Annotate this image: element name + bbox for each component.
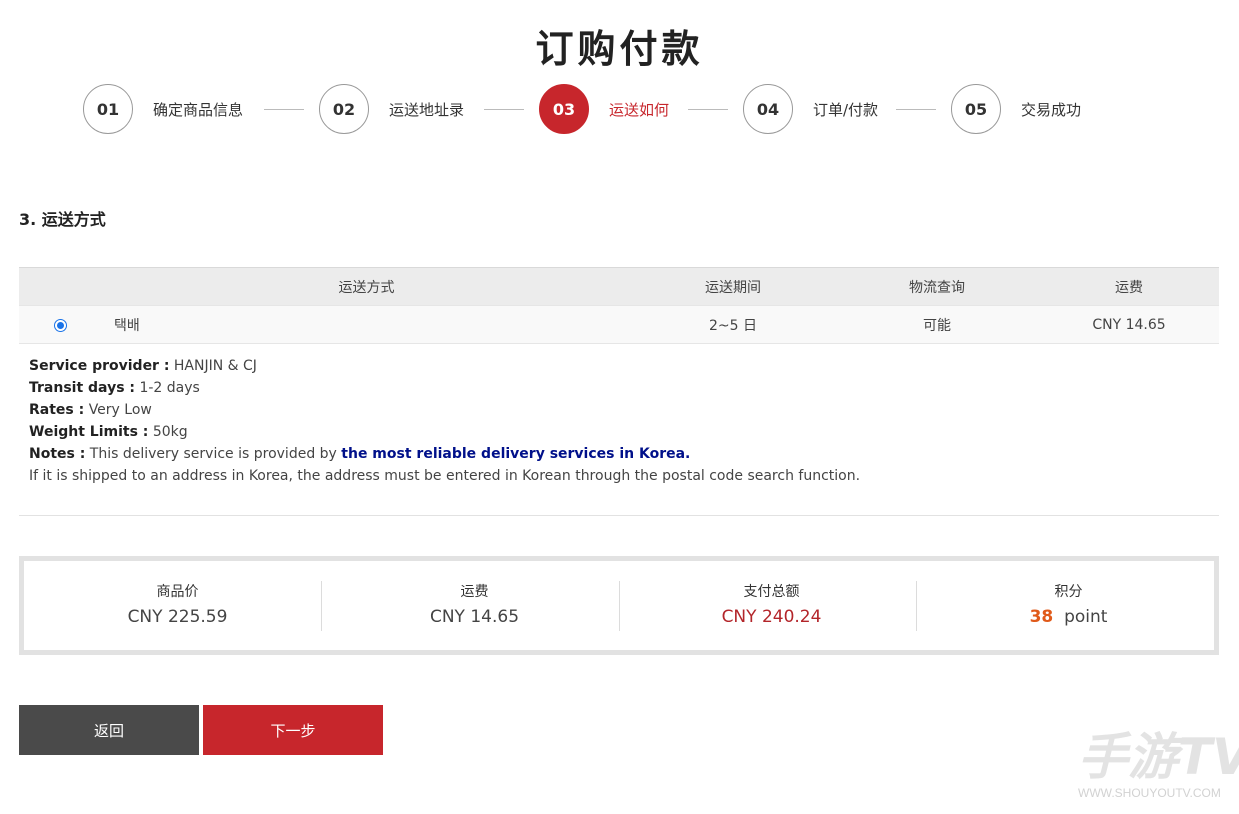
step-2-circle: 02 [319, 84, 369, 134]
payment-summary: 商品价 CNY 225.59 运费 CNY 14.65 支付总额 CNY 240… [19, 556, 1219, 655]
detail-transit: Transit days : 1-2 days [29, 377, 1209, 399]
col-header-fee: 运费 [1115, 279, 1143, 296]
detail-value: HANJIN & CJ [173, 358, 257, 374]
summary-product: 商品价 CNY 225.59 [29, 581, 326, 631]
step-connector [896, 109, 936, 110]
summary-total: 支付总额 CNY 240.24 [623, 581, 920, 631]
step-connector [264, 109, 304, 110]
step-1-circle: 01 [83, 84, 133, 134]
watermark-url: WWW.SHOUYOUTV.COM [1078, 786, 1221, 800]
summary-label: 运费 [460, 584, 489, 600]
summary-divider [321, 581, 322, 631]
summary-label: 积分 [1054, 584, 1083, 600]
step-connector [484, 109, 524, 110]
shipping-option-radio[interactable] [54, 319, 67, 332]
back-button[interactable]: 返回 [19, 705, 199, 755]
summary-label: 商品价 [156, 584, 199, 600]
detail-label: Service provider : [29, 358, 170, 374]
shipping-details: Service provider : HANJIN & CJ Transit d… [29, 355, 1209, 487]
next-step-button[interactable]: 下一步 [203, 705, 383, 755]
summary-total-value: CNY 240.24 [721, 607, 822, 627]
checkout-steps: 01 确定商品信息 02 运送地址录 03 运送如何 04 订单/付款 05 交… [0, 84, 1239, 134]
shipping-method-table: 运送方式 运送期间 物流查询 运费 택배 2~5 日 可能 CNY 14.65 [19, 267, 1219, 344]
detail-label: Notes : [29, 446, 86, 462]
step-connector [688, 109, 728, 110]
step-1-label: 确定商品信息 [153, 101, 244, 119]
detail-provider: Service provider : HANJIN & CJ [29, 355, 1209, 377]
detail-label: Transit days : [29, 380, 135, 396]
col-header-method: 运送方式 [338, 279, 395, 296]
detail-label: Rates : [29, 402, 85, 418]
detail-value: Very Low [88, 402, 152, 418]
summary-label: 支付总额 [743, 584, 800, 600]
detail-value: 50kg [152, 424, 188, 440]
summary-shipping: 运费 CNY 14.65 [326, 581, 623, 631]
summary-divider [916, 581, 917, 631]
section-title: 3. 运送方式 [19, 210, 106, 229]
detail-value: 1-2 days [139, 380, 200, 396]
col-header-tracking: 物流查询 [909, 279, 965, 296]
summary-points: 积分 38 point [920, 581, 1217, 631]
detail-highlight: the most reliable delivery services in K… [341, 446, 691, 462]
watermark: 手游TV WWW.SHOUYOUTV.COM [1078, 728, 1239, 808]
shipping-method-name: 택배 [114, 317, 140, 334]
summary-points-value: 38 point [920, 603, 1217, 631]
detail-korea-note: If it is shipped to an address in Korea,… [29, 468, 861, 484]
step-5-label: 交易成功 [1021, 101, 1082, 119]
step-4-circle: 04 [743, 84, 793, 134]
table-header-row: 运送方式 运送期间 物流查询 运费 [19, 267, 1219, 305]
summary-value: CNY 14.65 [429, 607, 520, 627]
points-number: 38 [1029, 607, 1054, 627]
radio-dot-icon [57, 322, 64, 329]
watermark-logo: 手游TV [1078, 728, 1239, 786]
col-header-period: 运送期间 [705, 279, 761, 296]
step-3-circle-active: 03 [539, 84, 589, 134]
step-2-label: 运送地址录 [389, 101, 465, 119]
detail-rates: Rates : Very Low [29, 399, 1209, 421]
tracking-availability: 可能 [923, 317, 951, 334]
shipping-period: 2~5 日 [709, 317, 757, 334]
table-row[interactable]: 택배 2~5 日 可能 CNY 14.65 [19, 305, 1219, 344]
detail-notes: Notes : This delivery service is provide… [29, 443, 1209, 465]
summary-value: CNY 225.59 [127, 607, 228, 627]
points-unit: point [1064, 607, 1108, 627]
shipping-fee: CNY 14.65 [1092, 316, 1166, 333]
page-title: 订购付款 [535, 27, 704, 71]
section-divider [19, 515, 1219, 516]
detail-label: Weight Limits : [29, 424, 149, 440]
detail-value: This delivery service is provided by [89, 446, 342, 462]
step-4-label: 订单/付款 [813, 101, 879, 119]
detail-weight: Weight Limits : 50kg [29, 421, 1209, 443]
step-3-label-active: 运送如何 [609, 101, 670, 119]
summary-divider [619, 581, 620, 631]
step-5-circle: 05 [951, 84, 1001, 134]
